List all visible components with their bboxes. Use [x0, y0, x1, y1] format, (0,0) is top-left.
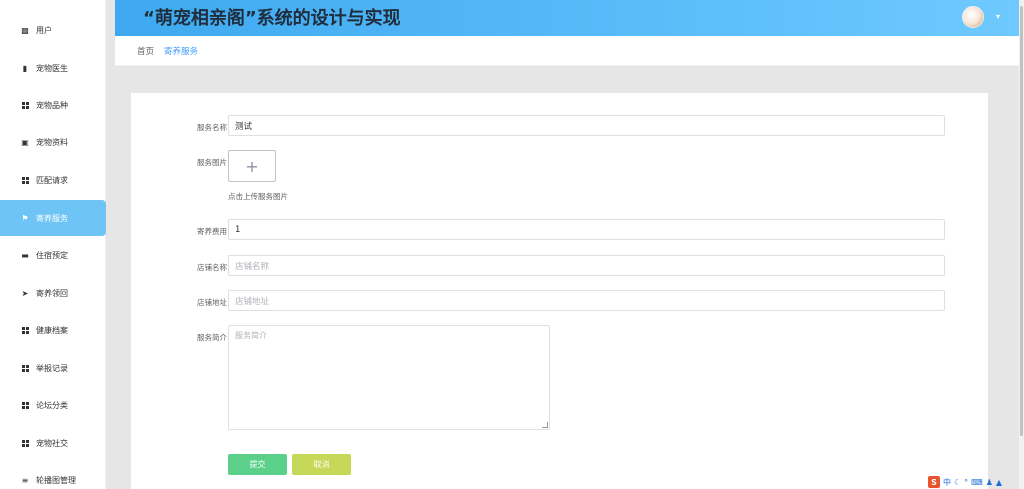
sidebar-item-users[interactable]: ▩ 用户 — [0, 12, 106, 48]
sidebar-item-carousel[interactable]: ≡ 轮播图管理 — [0, 462, 106, 489]
grid-icon — [20, 325, 30, 335]
intro-placeholder: 服务简介 — [235, 331, 267, 340]
service-name-input[interactable]: 测试 — [228, 115, 945, 136]
flag-icon: ⚑ — [21, 213, 29, 223]
breadcrumb-home[interactable]: 首页 — [137, 45, 154, 57]
moon-icon[interactable]: ☾ — [954, 478, 961, 487]
ime-toolbar: S 中 ☾ ° ⌨ ♟ ▲ — [928, 475, 1002, 489]
form-card: 服务名称 测试 服务图片 + 点击上传服务图片 寄养费用 1 店铺名称 店铺名称… — [131, 93, 988, 489]
service-image-label: 服务图片 — [197, 158, 227, 167]
sidebar-item-label: 宠物社交 — [36, 438, 68, 448]
sidebar-item-report-record[interactable]: 举报记录 — [0, 350, 106, 386]
sidebar-item-label: 住宿预定 — [36, 250, 68, 260]
grid-icon — [20, 175, 30, 185]
ime-logo-icon[interactable]: S — [928, 476, 940, 488]
sidebar-item-label: 轮播图管理 — [36, 475, 76, 485]
sidebar-item-label: 宠物品种 — [36, 100, 68, 110]
intro-label: 服务简介 — [197, 333, 227, 342]
avatar[interactable] — [962, 6, 984, 28]
sidebar-item-health-record[interactable]: 健康档案 — [0, 312, 106, 348]
shop-name-input[interactable]: 店铺名称 — [228, 255, 945, 276]
card-icon: ▬ — [21, 250, 29, 260]
submit-button[interactable]: 提交 — [228, 454, 287, 475]
shop-name-label: 店铺名称 — [197, 263, 227, 272]
sidebar-item-label: 寄养领回 — [36, 288, 68, 298]
punctuation-icon[interactable]: ° — [964, 478, 968, 487]
sidebar-item-foster-pickup[interactable]: ➤ 寄养领回 — [0, 275, 106, 311]
sidebar-item-pet-social[interactable]: 宠物社交 — [0, 425, 106, 461]
sliders-icon: ≡ — [21, 475, 29, 485]
service-name-label: 服务名称 — [197, 123, 227, 132]
sidebar-item-label: 举报记录 — [36, 363, 68, 373]
sidebar-item-label: 寄养服务 — [36, 213, 68, 223]
intro-textarea[interactable]: 服务简介 — [228, 325, 550, 430]
send-icon: ➤ — [21, 288, 29, 298]
keyboard-icon[interactable]: ⌨ — [971, 478, 983, 487]
resize-handle-icon[interactable] — [542, 422, 548, 428]
sidebar-item-foster-service[interactable]: ⚑ 寄养服务 — [0, 200, 106, 236]
clipboard-icon: ▣ — [21, 137, 29, 147]
grid-icon — [20, 363, 30, 373]
cancel-button[interactable]: 取消 — [292, 454, 351, 475]
sidebar-item-pet-breed[interactable]: 宠物品种 — [0, 87, 106, 123]
grid-icon — [20, 438, 30, 448]
grid-icon — [20, 100, 30, 110]
sidebar-item-label: 健康档案 — [36, 325, 68, 335]
sidebar-item-label: 宠物医生 — [36, 63, 68, 73]
sidebar-item-forum-category[interactable]: 论坛分类 — [0, 387, 106, 423]
sidebar: ▩ 用户 ▮ 宠物医生 宠物品种 ▣ 宠物资料 匹配请求 ⚑ 寄养服务 ▬ 住宿… — [0, 0, 106, 489]
sidebar-item-match-request[interactable]: 匹配请求 — [0, 162, 106, 198]
grid-icon — [20, 400, 30, 410]
sidebar-item-label: 论坛分类 — [36, 400, 68, 410]
users-icon: ▩ — [21, 25, 29, 35]
fee-label: 寄养费用 — [197, 227, 227, 236]
breadcrumb-current: 寄养服务 — [164, 46, 199, 57]
sidebar-item-pet-doctor[interactable]: ▮ 宠物医生 — [0, 50, 106, 86]
chart-icon: ▮ — [22, 63, 28, 73]
breadcrumb: 首页 寄养服务 — [115, 36, 1020, 66]
scrollbar-thumb[interactable] — [1020, 6, 1023, 436]
sidebar-item-lodging-booking[interactable]: ▬ 住宿预定 — [0, 237, 106, 273]
sidebar-item-pet-info[interactable]: ▣ 宠物资料 — [0, 124, 106, 160]
sidebar-item-label: 宠物资料 — [36, 137, 68, 147]
user-icon[interactable]: ♟ — [986, 478, 993, 487]
shop-address-input[interactable]: 店铺地址 — [228, 290, 945, 311]
shirt-icon[interactable]: ▲ — [996, 478, 1002, 487]
upload-tip: 点击上传服务图片 — [228, 192, 288, 201]
top-header: “萌宠相亲阁”系统的设计与实现 ▾ — [115, 0, 1020, 36]
page-title: “萌宠相亲阁”系统的设计与实现 — [143, 8, 401, 29]
shop-address-label: 店铺地址 — [197, 298, 227, 307]
sidebar-item-label: 用户 — [36, 25, 52, 35]
ime-language-indicator[interactable]: 中 — [943, 477, 951, 488]
image-upload-button[interactable]: + — [228, 150, 276, 182]
chevron-down-icon[interactable]: ▾ — [996, 12, 1000, 21]
plus-icon: + — [245, 156, 259, 176]
fee-input[interactable]: 1 — [228, 219, 945, 240]
sidebar-item-label: 匹配请求 — [36, 175, 68, 185]
